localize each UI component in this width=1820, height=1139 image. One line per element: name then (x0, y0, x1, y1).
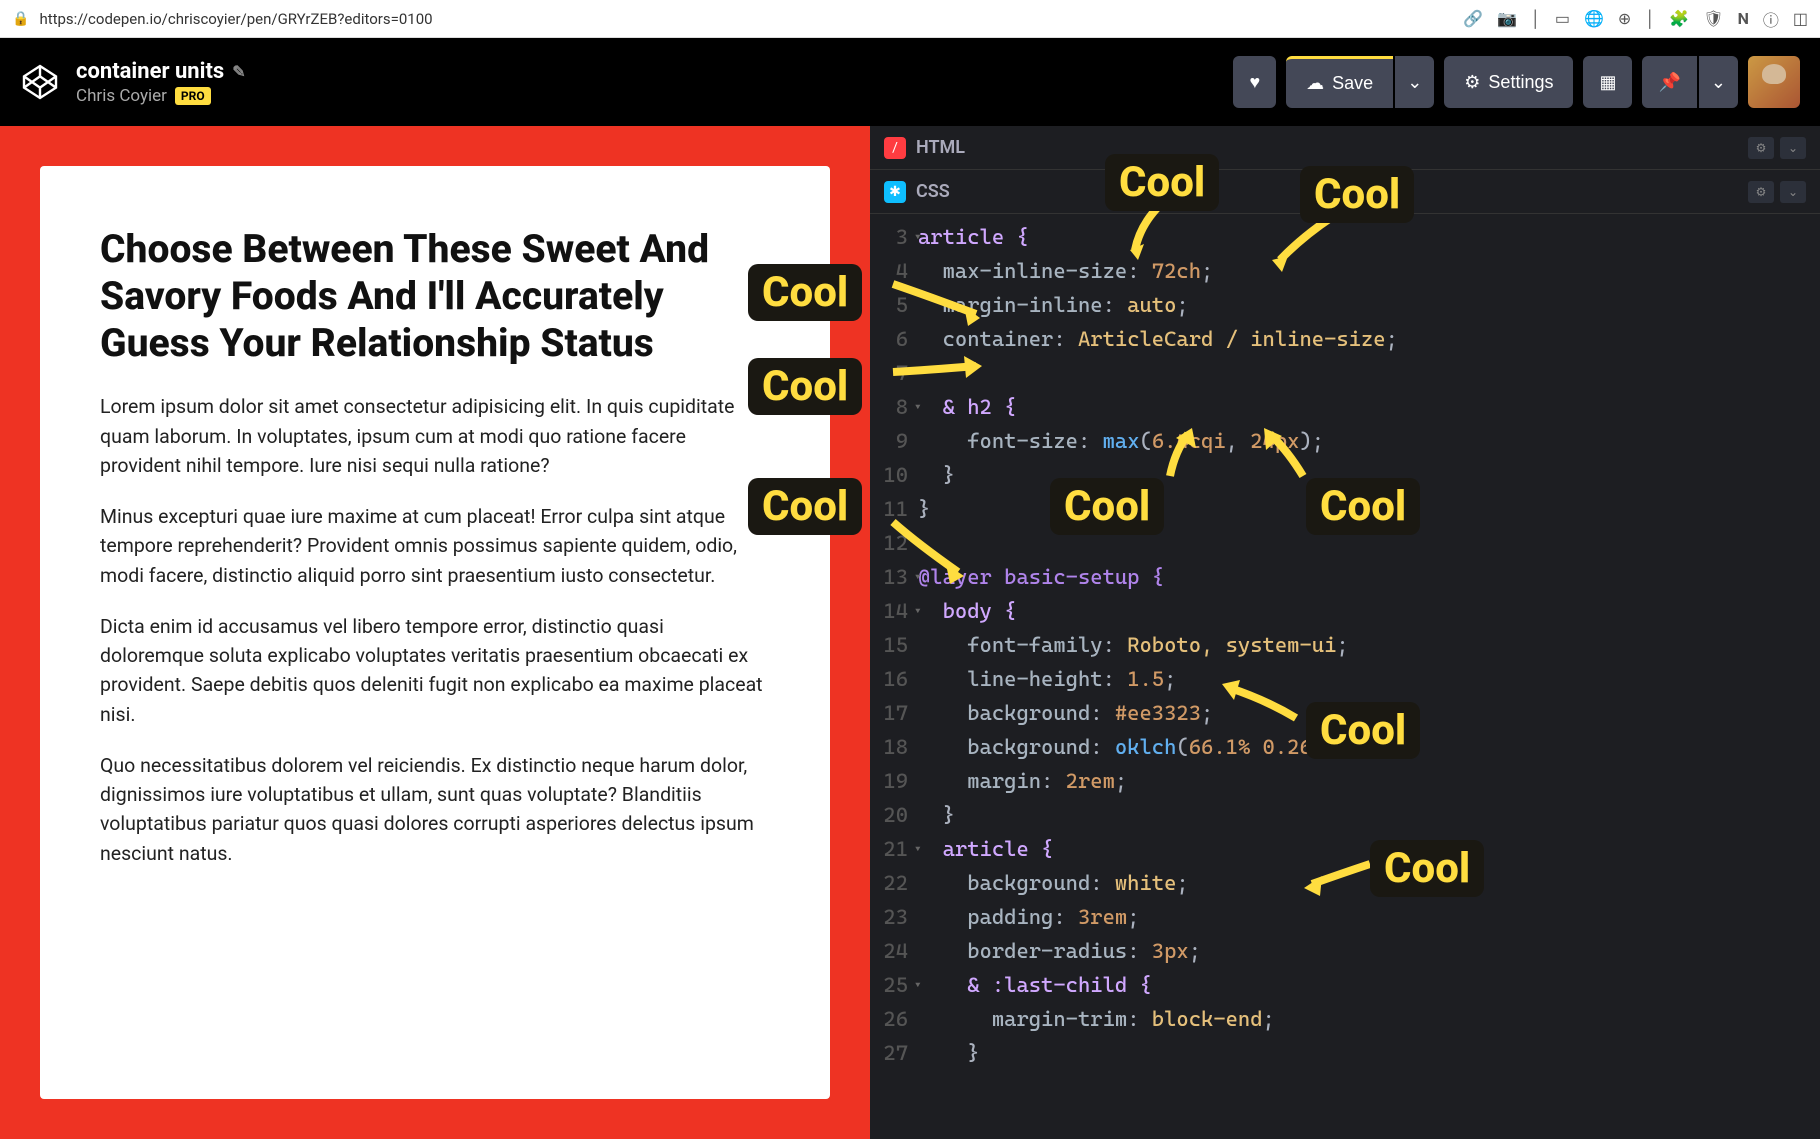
main-split: Choose Between These Sweet And Savory Fo… (0, 126, 1820, 1139)
camera-icon[interactable]: 📷 (1497, 9, 1517, 28)
css-panel-tab[interactable]: ✱ CSS ⚙ ⌄ (870, 170, 1820, 214)
article-paragraph: Dicta enim id accusamus vel libero tempo… (100, 612, 770, 729)
save-button[interactable]: ☁ Save (1286, 56, 1393, 108)
save-dropdown-button[interactable]: ⌄ (1395, 56, 1434, 108)
pen-title-text: container units (76, 59, 224, 84)
sidebar-icon[interactable]: ◫ (1793, 9, 1808, 28)
html-tab-label: HTML (916, 137, 965, 158)
target-icon[interactable]: ⊕ (1618, 9, 1631, 28)
chevron-down-icon[interactable]: ⌄ (1780, 181, 1806, 203)
layout-icon: ▦ (1599, 72, 1616, 93)
line-number-gutter: 3456789101112131415161718192021222324252… (870, 220, 918, 1139)
article-paragraph: Lorem ipsum dolor sit amet consectetur a… (100, 392, 770, 480)
pen-info: container units ✎ Chris Coyier PRO (76, 59, 1217, 106)
notion-icon[interactable]: N (1738, 9, 1749, 28)
article-heading: Choose Between These Sweet And Savory Fo… (100, 226, 770, 366)
pin-button[interactable]: 📌 (1642, 56, 1696, 108)
save-label: Save (1332, 73, 1373, 94)
cloud-icon: ☁ (1306, 73, 1324, 94)
gear-icon[interactable]: ⚙ (1748, 181, 1774, 203)
url-text[interactable]: https://codepen.io/chriscoyier/pen/GRYrZ… (39, 10, 1453, 28)
gear-icon[interactable]: ⚙ (1748, 137, 1774, 159)
lock-icon: 🔒 (12, 11, 29, 27)
html-panel-tab[interactable]: / HTML ⚙ ⌄ (870, 126, 1820, 170)
code-content[interactable]: article { max-inline-size: 72ch; margin-… (918, 220, 1820, 1139)
pin-dropdown-button[interactable]: ⌄ (1699, 56, 1738, 108)
globe-icon[interactable]: 🌐 (1584, 9, 1604, 28)
info-icon[interactable]: ⓘ (1763, 7, 1779, 31)
css-tab-label: CSS (916, 181, 950, 202)
article-card: Choose Between These Sweet And Savory Fo… (40, 166, 830, 1099)
pencil-icon[interactable]: ✎ (232, 62, 245, 81)
settings-button[interactable]: ⚙ Settings (1444, 56, 1573, 108)
pen-author[interactable]: Chris Coyier PRO (76, 86, 1217, 106)
heart-button[interactable]: ♥ (1233, 56, 1276, 108)
chevron-down-icon: ⌄ (1711, 72, 1726, 93)
header-buttons: ♥ ☁ Save ⌄ ⚙ Settings ▦ 📌 ⌄ (1233, 56, 1800, 108)
link-icon[interactable]: 🔗 (1463, 9, 1483, 28)
pin-icon: 📌 (1658, 72, 1680, 93)
divider-icon: │ (1531, 9, 1541, 29)
css-badge-icon: ✱ (884, 181, 906, 203)
avatar[interactable] (1748, 56, 1800, 108)
gear-icon: ⚙ (1464, 72, 1480, 93)
codepen-header: container units ✎ Chris Coyier PRO ♥ ☁ S… (0, 38, 1820, 126)
editor-pane: / HTML ⚙ ⌄ ✱ CSS ⚙ ⌄ 3456789101112131415… (870, 126, 1820, 1139)
pen-title[interactable]: container units ✎ (76, 59, 1217, 84)
browser-address-bar: 🔒 https://codepen.io/chriscoyier/pen/GRY… (0, 0, 1820, 38)
article-paragraph: Minus excepturi quae iure maxime at cum … (100, 502, 770, 590)
folder-icon[interactable]: ▭ (1555, 9, 1570, 28)
html-badge-icon: / (884, 137, 906, 159)
divider-icon: │ (1645, 9, 1655, 29)
heart-icon: ♥ (1249, 72, 1260, 93)
pro-badge: PRO (175, 87, 211, 105)
puzzle-icon[interactable]: 🧩 (1669, 9, 1689, 28)
chevron-down-icon[interactable]: ⌄ (1780, 137, 1806, 159)
chevron-down-icon: ⌄ (1407, 72, 1422, 93)
browser-toolbar-icons: 🔗 📷 │ ▭ 🌐 ⊕ │ 🧩 🛡 N ⓘ ◫ (1463, 7, 1808, 31)
preview-pane: Choose Between These Sweet And Savory Fo… (0, 126, 870, 1139)
author-name: Chris Coyier (76, 86, 167, 106)
settings-label: Settings (1488, 72, 1553, 93)
css-code-editor[interactable]: 3456789101112131415161718192021222324252… (870, 214, 1820, 1139)
article-paragraph: Quo necessitatibus dolorem vel reiciendi… (100, 751, 770, 868)
codepen-logo-icon[interactable] (20, 62, 60, 102)
layout-button[interactable]: ▦ (1583, 56, 1632, 108)
shield-icon[interactable]: 🛡 (1703, 9, 1723, 28)
